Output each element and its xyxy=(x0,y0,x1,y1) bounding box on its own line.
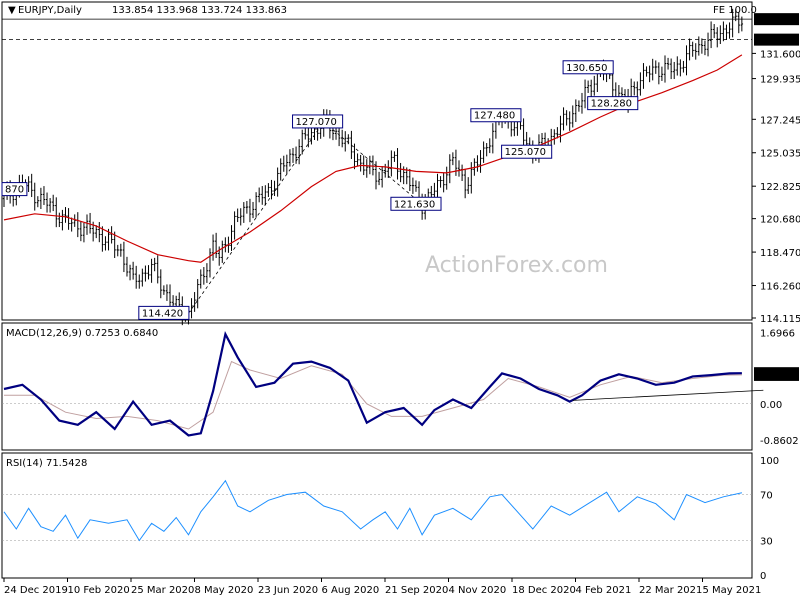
price-axis-label: 132.510 xyxy=(757,36,798,47)
time-axis-label: 8 May 2020 xyxy=(195,585,254,596)
projection-line xyxy=(188,121,325,314)
macd-axis-label: -0.8602 xyxy=(760,436,799,447)
price-label: 125.070 xyxy=(505,147,546,158)
price-label: 121.630 xyxy=(394,199,435,210)
time-axis-label: 22 Mar 2021 xyxy=(639,585,702,596)
time-axis-label: 18 Dec 2020 xyxy=(512,585,576,596)
price-label: 130.650 xyxy=(566,63,607,74)
price-axis-label: 131.600 xyxy=(760,49,800,60)
price-axis-label: 129.935 xyxy=(760,75,800,86)
time-axis-label: 4 Feb 2021 xyxy=(576,585,632,596)
price-axis-label: 127.245 xyxy=(760,115,800,126)
price-label: 128.280 xyxy=(591,99,632,110)
price-axis-label: 114.115 xyxy=(760,314,800,325)
time-axis-label: 24 Dec 2019 xyxy=(4,585,68,596)
price-label: 127.480 xyxy=(474,111,515,122)
price-axis-label: 122.825 xyxy=(760,182,800,193)
macd-axis-label: 0.6840 xyxy=(757,371,792,382)
macd-layer xyxy=(2,331,764,437)
rsi-axis-label: 70 xyxy=(760,491,773,502)
time-axis-label: 23 Jun 2020 xyxy=(258,585,318,596)
time-axis-label: 25 Mar 2020 xyxy=(131,585,194,596)
macd-axis-label: 1.6966 xyxy=(760,328,795,339)
rsi-line xyxy=(3,479,743,542)
macd-panel-frame xyxy=(1,322,753,451)
time-axis-label: 10 Feb 2020 xyxy=(68,585,130,596)
rsi-title: RSI(14) 71.5428 xyxy=(6,458,87,469)
fe-label: FE 100.0 xyxy=(713,5,757,16)
header-symbol: EURJPY,Daily xyxy=(18,5,82,16)
price-axis-label: 120.680 xyxy=(760,215,800,226)
price-axis-label: 125.035 xyxy=(760,149,800,160)
rsi-axis-label: 0 xyxy=(760,571,766,582)
price-axis-label: 133.863 xyxy=(757,15,798,26)
rsi-layer xyxy=(2,479,752,542)
time-axis-label: 5 May 2021 xyxy=(703,585,762,596)
macd-trendline xyxy=(572,389,764,401)
chart-root: ▼ EURJPY,Daily 133.854 133.968 133.724 1… xyxy=(0,0,800,600)
time-axis-label: 4 Nov 2020 xyxy=(449,585,507,596)
macd-title: MACD(12,26,9) 0.7253 0.6840 xyxy=(6,328,158,339)
price-axis-label: 118.470 xyxy=(760,248,800,259)
time-axis-label: 21 Sep 2020 xyxy=(385,585,448,596)
watermark: ActionForex.com xyxy=(425,253,608,278)
macd-line xyxy=(3,331,742,437)
macd-axis-label: 0.00 xyxy=(760,400,782,411)
price-axis-label: 116.260 xyxy=(760,282,800,293)
header-ohlc: 133.854 133.968 133.724 133.863 xyxy=(112,5,287,16)
price-label: 870 xyxy=(5,185,24,196)
price-panel-frame xyxy=(1,1,753,321)
rsi-axis-label: 100 xyxy=(760,456,779,467)
price-label: 114.420 xyxy=(142,308,183,319)
price-label: 127.070 xyxy=(296,117,337,128)
price-layer: 870 114.420 127.070 121.630 127.480 125.070 13… xyxy=(1,8,752,326)
eurjpy-daily-chart: ▼ EURJPY,Daily 133.854 133.968 133.724 1… xyxy=(1,1,800,596)
header-symbol-marker: ▼ xyxy=(8,5,16,16)
rsi-panel-frame xyxy=(1,452,753,579)
rsi-axis-label: 30 xyxy=(760,537,773,548)
time-axis-label: 6 Aug 2020 xyxy=(322,585,380,596)
axis-layer: 133.863 132.510 131.600 129.935 127.245 125.0… xyxy=(3,13,800,596)
